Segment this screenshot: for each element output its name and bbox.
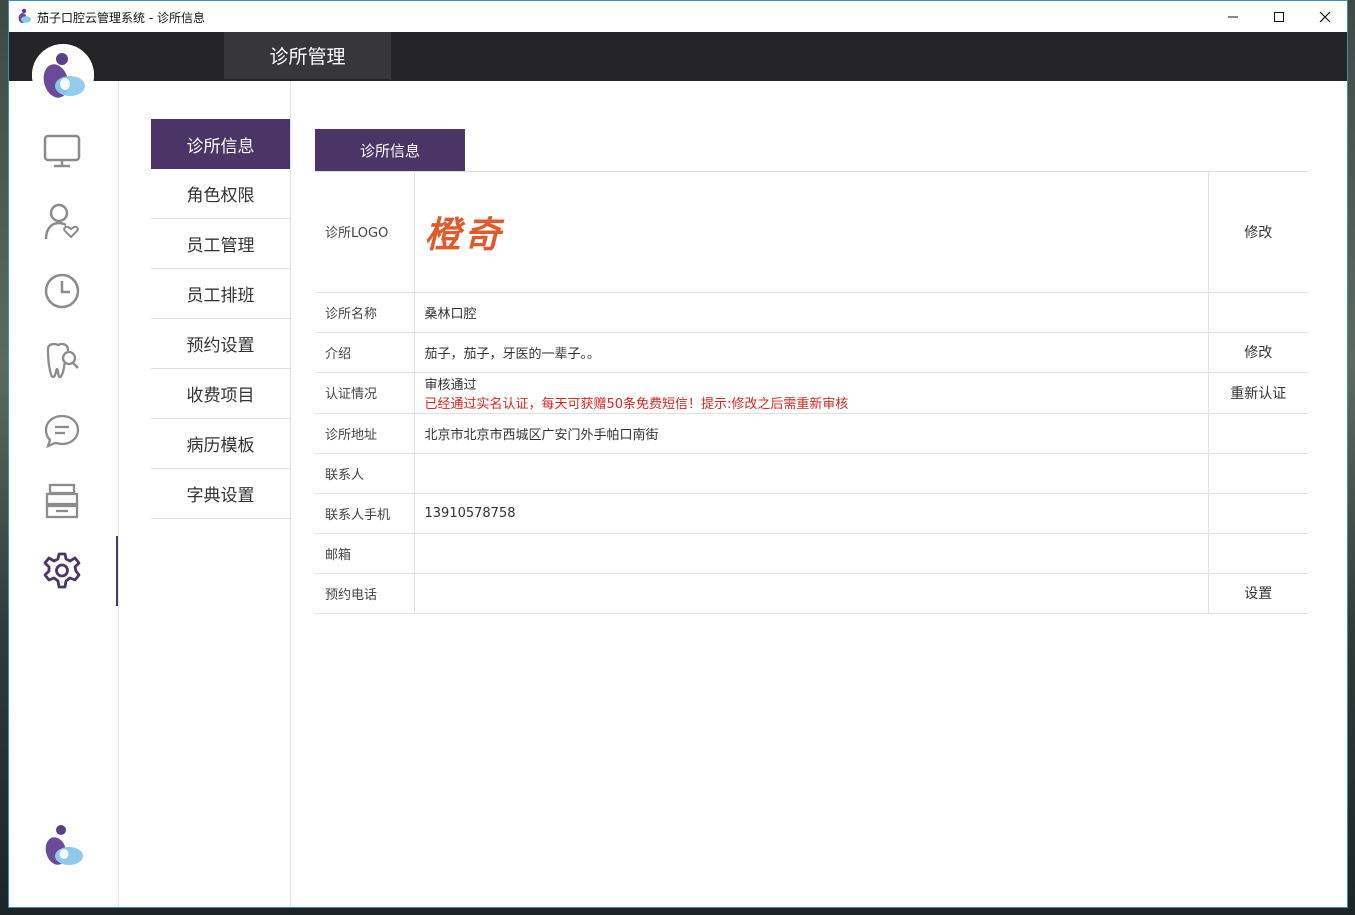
row-label: 预约电话 [315,573,415,614]
monitor-icon [43,134,81,168]
sidebar-appointments[interactable] [42,271,82,311]
tab-clinic-management[interactable]: 诊所管理 [224,32,391,79]
clinic-info-table: 诊所LOGO 橙奇 修改 诊所名称 桑林口腔 介绍 茄子，茄子，牙医的一辈子。。… [315,172,1308,614]
active-indicator [116,536,118,606]
window-title: 茄子口腔云管理系统 - 诊所信息 [37,11,205,25]
sidebar-settings[interactable] [42,551,82,591]
sidebar-diagnosis[interactable] [42,341,82,381]
table-row-phone: 联系人手机 13910578758 [315,493,1308,534]
clinic-submenu: 诊所信息 角色权限 员工管理 员工排班 预约设置 收费项目 病历模板 字典设置 [119,81,291,907]
row-label: 诊所名称 [315,292,415,333]
clinic-logo-image: 橙奇 [414,172,1209,293]
table-row-email: 邮箱 [315,533,1308,574]
maximize-icon [1274,11,1284,22]
edit-intro-button[interactable]: 修改 [1208,332,1308,373]
maximize-button[interactable] [1256,1,1302,32]
table-row-contact: 联系人 [315,453,1308,494]
table-row-logo: 诊所LOGO 橙奇 修改 [315,172,1308,293]
table-row-name: 诊所名称 桑林口腔 [315,292,1308,333]
minimize-button[interactable] [1210,1,1256,32]
row-action-empty [1208,413,1308,454]
row-label: 介绍 [315,332,415,373]
submenu-staff-management[interactable]: 员工管理 [151,219,290,269]
tooth-search-icon [46,342,79,379]
certification-status: 审核通过 [424,377,477,393]
clock-icon [44,273,80,309]
recertify-button[interactable]: 重新认证 [1208,372,1308,414]
tab-clinic-info[interactable]: 诊所信息 [315,129,465,171]
contact-value [414,453,1209,494]
patient-icon [44,203,79,240]
clinic-name-value: 桑林口腔 [414,292,1209,333]
email-value [414,533,1209,574]
edit-logo-button[interactable]: 修改 [1208,172,1308,293]
sidebar-workbench[interactable] [42,131,82,171]
row-action-empty [1208,453,1308,494]
bottom-logo-icon [45,825,83,865]
row-label: 认证情况 [315,372,415,414]
row-action-empty [1208,292,1308,333]
row-label: 诊所LOGO [315,172,415,293]
booking-phone-value [414,573,1209,614]
minimize-icon [1228,16,1238,17]
row-label: 诊所地址 [315,413,415,454]
clinic-logo-text: 橙奇 [424,213,505,256]
row-action-empty [1208,493,1308,534]
sidebar-inventory[interactable] [42,481,82,521]
submenu-role-permissions[interactable]: 角色权限 [151,169,290,219]
row-label: 联系人 [315,453,415,494]
contact-phone-value: 13910578758 [414,493,1209,534]
table-row-intro: 介绍 茄子，茄子，牙医的一辈子。。 修改 [315,332,1308,373]
submenu-clinic-info[interactable]: 诊所信息 [151,119,290,169]
row-label: 联系人手机 [315,493,415,534]
main-content: 诊所信息 诊所LOGO 橙奇 修改 诊所名称 桑林口腔 介绍 茄子，茄子，牙医的… [291,81,1347,907]
logo-icon [32,44,94,106]
set-booking-phone-button[interactable]: 设置 [1208,573,1308,614]
clinic-intro-value: 茄子，茄子，牙医的一辈子。。 [414,332,1209,373]
brand-logo [32,44,94,106]
table-row-address: 诊所地址 北京市北京市西城区广安门外手帕口南街 [315,413,1308,454]
sidebar-patients[interactable] [42,201,82,241]
archive-icon [45,483,79,519]
submenu-charge-items[interactable]: 收费项目 [151,369,290,419]
row-action-empty [1208,533,1308,574]
certification-note: 已经通过实名认证，每天可获赠50条免费短信！提示:修改之后需重新审核 [424,396,849,412]
certification-value: 审核通过 已经通过实名认证，每天可获赠50条免费短信！提示:修改之后需重新审核 [414,372,1209,414]
app-icon [18,8,31,23]
app-window: 茄子口腔云管理系统 - 诊所信息 诊所管理 诊所信息 角色权限 员工管理 员工排… [8,0,1348,908]
clinic-address-value: 北京市北京市西城区广安门外手帕口南街 [414,413,1209,454]
submenu-staff-schedule[interactable]: 员工排班 [151,269,290,319]
top-header: 诊所管理 [9,32,1347,81]
row-label: 邮箱 [315,533,415,574]
table-row-certification: 认证情况 审核通过 已经通过实名认证，每天可获赠50条免费短信！提示:修改之后需… [315,372,1308,414]
table-row-booking-phone: 预约电话 设置 [315,573,1308,614]
title-bar: 茄子口腔云管理系统 - 诊所信息 [9,1,1347,32]
close-button[interactable] [1302,1,1347,32]
submenu-record-templates[interactable]: 病历模板 [151,419,290,469]
icon-sidebar [9,81,119,907]
gear-icon [43,552,81,589]
close-icon [1319,11,1331,22]
chat-icon [44,414,80,449]
submenu-dictionary-settings[interactable]: 字典设置 [151,469,290,519]
sidebar-messages[interactable] [42,411,82,451]
submenu-appointment-settings[interactable]: 预约设置 [151,319,290,369]
